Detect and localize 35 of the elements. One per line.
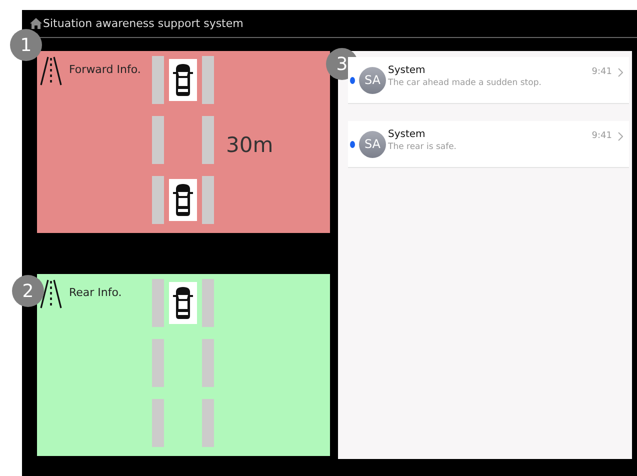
lane-marking (152, 56, 164, 104)
car-icon (169, 59, 197, 101)
marker-badge: 1 (10, 29, 42, 61)
panel-title: Rear Info. (69, 286, 122, 299)
lane-marking (152, 116, 164, 164)
road-icon (39, 56, 63, 86)
avatar: SA (359, 130, 386, 158)
panel-title: Forward Info. (69, 63, 141, 76)
chevron-icon (618, 68, 623, 77)
lane-marking (202, 279, 214, 327)
car-icon (169, 282, 197, 324)
lane-marking (202, 339, 214, 387)
lane-marking (152, 399, 164, 447)
window-title: Situation awareness support system (43, 17, 244, 30)
lane-marking (152, 279, 164, 327)
message-item[interactable]: SA System The car ahead made a sudden stop. 9:41 (348, 57, 629, 104)
lane-marking (202, 56, 214, 104)
marker-badge: 2 (12, 275, 44, 307)
avatar: SA (359, 66, 386, 94)
lane-marking (152, 176, 164, 224)
lane-marking (202, 176, 214, 224)
message-time: 9:41 (592, 131, 612, 141)
lane-marking (202, 399, 214, 447)
sender-name: System (388, 129, 426, 140)
road-icon (39, 279, 63, 309)
message-text: The car ahead made a sudden stop. (388, 78, 542, 88)
lane-marking (202, 116, 214, 164)
lane-marking (152, 339, 164, 387)
sender-name: System (388, 65, 426, 76)
message-time: 9:41 (592, 67, 612, 77)
home-icon[interactable] (30, 18, 42, 29)
message-text: The rear is safe. (388, 142, 458, 152)
chevron-icon (618, 132, 623, 141)
car-icon (169, 179, 197, 221)
distance-reading: 30m (226, 132, 274, 156)
